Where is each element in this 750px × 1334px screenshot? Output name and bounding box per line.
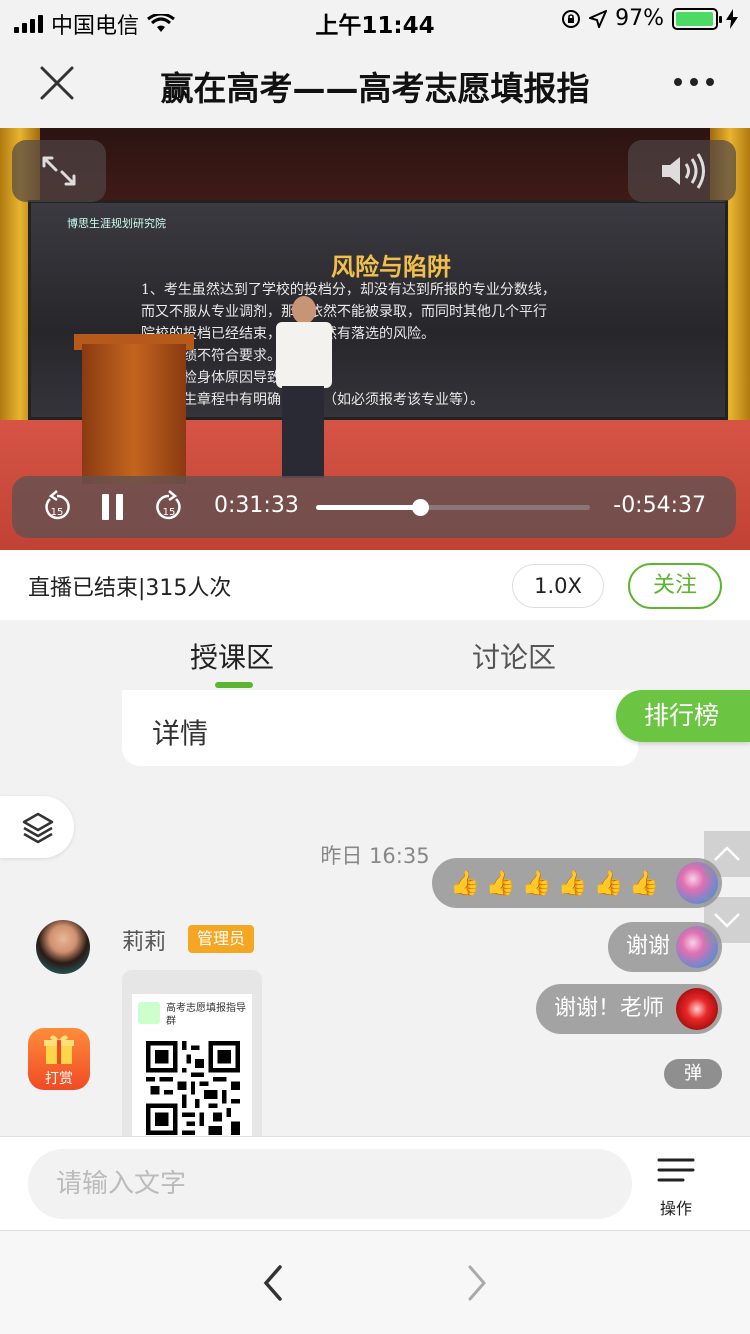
- tip-button[interactable]: 打赏: [28, 1028, 90, 1090]
- progress-thumb[interactable]: [412, 499, 430, 516]
- slide-title: 风险与陷阱: [331, 252, 451, 281]
- group-avatar: [138, 1002, 160, 1024]
- operations-button[interactable]: 操作: [650, 1151, 702, 1221]
- follow-button[interactable]: 关注: [628, 563, 722, 609]
- tip-label: 打赏: [45, 1071, 73, 1087]
- back-arrow-icon[interactable]: [258, 1263, 288, 1303]
- fullscreen-button[interactable]: [12, 140, 106, 202]
- forward-arrow-icon[interactable]: [462, 1263, 492, 1303]
- remaining-time: -0:54:37: [613, 493, 706, 518]
- battery-percent: 97%: [615, 6, 664, 31]
- danmu-toggle-button[interactable]: 弹: [664, 1059, 722, 1089]
- slide-text: 1、考生虽然达到了学校的投档分，却没有达到所报的专业分数线， 而又不服从专业调剂…: [141, 282, 556, 408]
- video-player[interactable]: 博思生涯规划研究院 风险与陷阱 1、考生虽然达到了学校的投档分，却没有达到所报的…: [0, 128, 750, 550]
- operations-label: 操作: [659, 1199, 692, 1218]
- video-controls: 15 15 0:31:33 -0:54:37: [12, 476, 736, 538]
- info-bar: 直播已结束|315人次 1.0X 关注: [0, 550, 750, 620]
- page-title: 赢在高考——高考志愿填报指: [160, 69, 590, 108]
- chevron-up-icon: [714, 846, 740, 861]
- pause-icon[interactable]: [100, 492, 126, 522]
- scroll-up-button[interactable]: [704, 831, 750, 877]
- gift-icon: [44, 1035, 74, 1064]
- message-input[interactable]: [28, 1149, 632, 1219]
- tab-teaching[interactable]: 授课区: [190, 636, 274, 676]
- svg-text:15: 15: [163, 507, 176, 518]
- user-name: 莉莉: [122, 930, 167, 955]
- qr-title: 高考志愿填报指导群: [166, 1003, 246, 1027]
- location-icon: [589, 9, 608, 28]
- danmu-bubble: 谢谢！老师: [536, 984, 722, 1034]
- tab-bar: 授课区 讨论区: [0, 620, 750, 690]
- charging-icon: [726, 8, 738, 29]
- forward-15-icon[interactable]: 15: [154, 490, 184, 524]
- browser-toolbar: [0, 1230, 750, 1334]
- current-time: 0:31:33: [214, 493, 299, 518]
- image-message[interactable]: 高考志愿填报指导群: [122, 970, 262, 1136]
- danmu-bubble: 👍👍👍👍👍👍: [432, 858, 722, 908]
- ranking-button[interactable]: 排行榜: [616, 690, 750, 742]
- close-icon[interactable]: [36, 62, 78, 104]
- podium: [82, 344, 186, 484]
- input-bar: 操作: [0, 1136, 750, 1230]
- speaker-icon: [662, 153, 705, 189]
- chevron-down-icon: [714, 913, 740, 928]
- active-tab-indicator: [215, 682, 253, 688]
- playback-speed-button[interactable]: 1.0X: [512, 564, 604, 608]
- status-bar: 中国电信 上午11:44 97%: [0, 0, 750, 40]
- scroll-down-button[interactable]: [704, 897, 750, 943]
- avatar[interactable]: [36, 920, 90, 974]
- qr-code-card: 高考志愿填报指导群: [132, 994, 252, 1136]
- volume-button[interactable]: [628, 140, 736, 202]
- qr-code-image: [146, 1041, 240, 1135]
- admin-badge: 管理员: [188, 925, 254, 953]
- more-icon[interactable]: [674, 78, 714, 86]
- live-status: 直播已结束|315人次: [28, 576, 232, 601]
- tab-discussion[interactable]: 讨论区: [472, 636, 556, 676]
- rewind-15-icon[interactable]: 15: [42, 490, 72, 524]
- detail-card[interactable]: 详情: [122, 690, 638, 766]
- progress-slider[interactable]: [316, 499, 590, 516]
- battery-icon: [672, 7, 722, 30]
- speaker: [268, 296, 338, 478]
- slide-logo: 博思生涯规划研究院: [67, 217, 166, 230]
- expand-icon: [42, 156, 76, 186]
- nav-bar: 赢在高考——高考志愿填报指: [0, 40, 750, 128]
- detail-label: 详情: [152, 717, 209, 750]
- orientation-lock-icon: [562, 9, 581, 28]
- svg-text:15: 15: [51, 507, 64, 518]
- menu-icon: [657, 1158, 695, 1182]
- red-flower-avatar: [676, 988, 718, 1030]
